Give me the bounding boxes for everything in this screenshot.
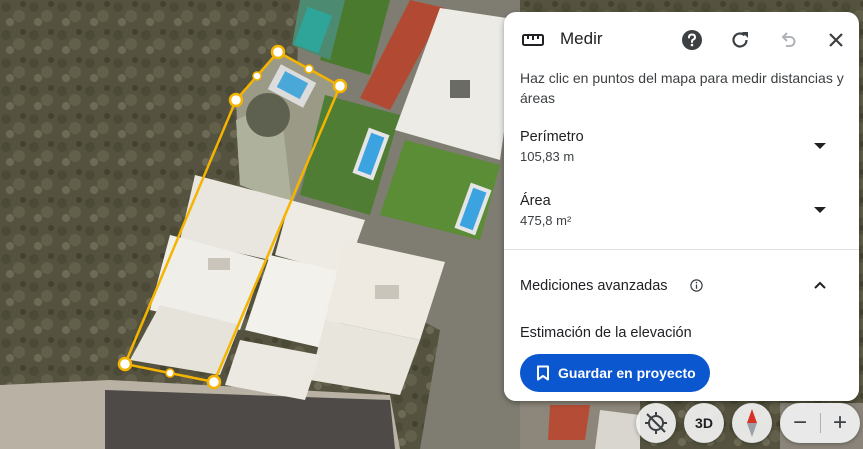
perimeter-value: 105,83 m [520,149,575,164]
save-to-project-label: Guardar en proyecto [558,365,696,381]
help-button[interactable] [678,26,706,54]
compass-icon [747,409,757,437]
caret-down-icon [814,143,826,149]
area-row[interactable]: Área 475,8 m² [520,193,843,237]
3d-view-label: 3D [695,415,713,431]
save-footer: Guardar en proyecto [504,344,859,401]
panel-header: Medir [504,12,859,68]
instructions-text: Haz clic en puntos del mapa para medir d… [520,70,844,106]
close-button[interactable] [822,26,850,54]
perimeter-label: Perímetro [520,129,584,145]
chevron-up-icon [814,281,826,289]
refresh-icon [732,32,748,48]
ruler-icon [522,34,544,46]
bookmark-icon [537,365,549,381]
undo-button[interactable] [774,26,802,54]
panel-title: Medir [560,29,603,48]
orientation-off-icon [645,412,667,434]
advanced-measurements-header[interactable]: Mediciones avanzadas [520,270,843,302]
compass-button[interactable] [732,403,772,443]
3d-view-button[interactable]: 3D [684,403,724,443]
undo-icon [781,32,796,47]
close-icon [829,33,843,47]
help-icon [682,30,702,50]
area-label: Área [520,193,551,209]
zoom-control: − + [780,403,860,443]
measure-panel: Medir Haz clic en puntos del mapa para m… [504,12,859,401]
info-icon[interactable] [690,279,703,292]
caret-down-icon [814,207,826,213]
zoom-in-button[interactable]: + [820,403,860,443]
section-divider [504,249,859,250]
save-to-project-button[interactable]: Guardar en proyecto [520,354,710,392]
perimeter-row[interactable]: Perímetro 105,83 m [520,129,843,173]
orientation-toggle-button[interactable] [636,403,676,443]
zoom-out-button[interactable]: − [780,403,820,443]
elevation-estimate-label: Estimación de la elevación [520,325,692,341]
reset-button[interactable] [726,26,754,54]
advanced-measurements-label: Mediciones avanzadas [520,278,668,294]
area-value: 475,8 m² [520,213,572,228]
